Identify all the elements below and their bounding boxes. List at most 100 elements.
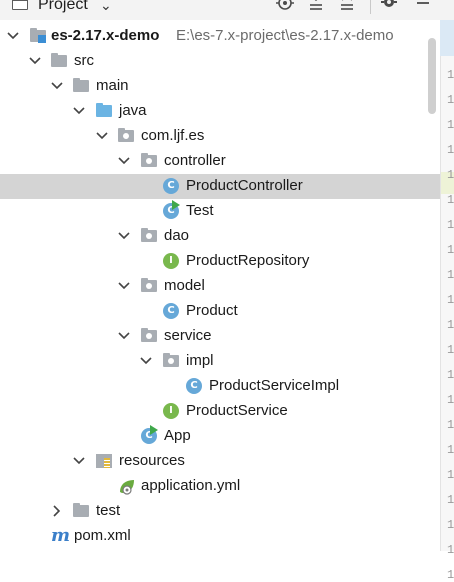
gutter-line-number: 1 (447, 243, 454, 257)
package-label: impl (186, 352, 214, 369)
gutter-line-number: 1 (447, 193, 454, 207)
tree-node-main[interactable]: main (0, 74, 440, 99)
tree-node-service[interactable]: service (0, 324, 440, 349)
dropdown-caret-icon[interactable]: ⌄ (100, 0, 112, 14)
project-tree[interactable]: es-2.17.x-demo E:\es-7.x-project\es-2.17… (0, 22, 440, 551)
interface-icon: I (163, 403, 179, 419)
tree-node-product-service[interactable]: I ProductService (0, 399, 440, 424)
package-label: model (164, 277, 205, 294)
package-icon (118, 128, 134, 144)
tree-node-project-root[interactable]: es-2.17.x-demo E:\es-7.x-project\es-2.17… (0, 24, 440, 49)
chevron-down-icon[interactable] (50, 78, 64, 94)
package-icon (141, 153, 157, 169)
yaml-config-icon (118, 478, 134, 495)
file-label: pom.xml (74, 527, 131, 544)
expand-all-icon[interactable] (307, 0, 325, 14)
package-label: com.ljf.es (141, 127, 205, 144)
interface-label: ProductService (186, 402, 288, 419)
folder-label: resources (119, 452, 185, 469)
gutter-line-number: 1 (447, 93, 454, 107)
gutter-line-number: 1 (447, 168, 454, 182)
class-label: ProductServiceImpl (209, 377, 340, 394)
class-label: Product (186, 302, 238, 319)
class-label: Test (186, 202, 214, 219)
chevron-down-icon[interactable] (6, 28, 20, 44)
tree-node-test-class[interactable]: C Test (0, 199, 440, 224)
runnable-class-icon: C (141, 425, 158, 444)
gutter-line-number: 1 (447, 118, 454, 132)
package-icon (141, 228, 157, 244)
class-icon: C (163, 303, 179, 319)
resources-folder-icon (96, 453, 112, 469)
tree-node-test-dir[interactable]: test (0, 499, 440, 524)
package-label: dao (164, 227, 190, 244)
gutter-line-number: 1 (447, 293, 454, 307)
package-icon (163, 353, 179, 369)
tree-node-impl[interactable]: impl (0, 349, 440, 374)
tree-node-pom[interactable]: m pom.xml (0, 524, 440, 549)
gutter-line-number: 1 (447, 368, 454, 382)
tree-node-product-controller[interactable]: C ProductController (0, 174, 440, 199)
tree-node-product-repository[interactable]: I ProductRepository (0, 249, 440, 274)
chevron-down-icon[interactable] (117, 328, 131, 344)
runnable-class-icon: C (163, 200, 180, 219)
tree-node-package[interactable]: com.ljf.es (0, 124, 440, 149)
folder-icon (73, 78, 89, 94)
folder-label: test (96, 502, 121, 519)
maven-icon: m (51, 525, 71, 546)
class-label: ProductController (186, 177, 303, 194)
chevron-down-icon[interactable] (28, 53, 42, 69)
tree-scrollbar[interactable] (428, 38, 436, 114)
editor-tab-edge[interactable] (440, 20, 454, 56)
chevron-down-icon[interactable] (72, 453, 86, 469)
chevron-down-icon[interactable] (139, 353, 153, 369)
gutter-line-number: 1 (447, 418, 454, 432)
hide-icon[interactable] (414, 0, 432, 14)
tool-window-title[interactable]: Project (38, 0, 88, 14)
toolbar-separator (370, 0, 371, 14)
chevron-down-icon[interactable] (117, 228, 131, 244)
collapse-all-icon[interactable] (338, 0, 356, 14)
tree-node-java[interactable]: java (0, 99, 440, 124)
gear-icon[interactable] (380, 0, 398, 14)
gutter-line-number: 1 (447, 393, 454, 407)
tree-node-controller[interactable]: controller (0, 149, 440, 174)
gutter-line-number: 1 (447, 318, 454, 332)
locate-icon[interactable] (276, 0, 294, 14)
window-icon (12, 0, 28, 10)
folder-label: src (74, 52, 94, 69)
source-folder-icon (96, 103, 112, 119)
chevron-down-icon[interactable] (117, 153, 131, 169)
gutter-line-number: 1 (447, 143, 454, 157)
gutter-line-number: 1 (447, 518, 454, 532)
gutter-line-number: 1 (447, 493, 454, 507)
chevron-down-icon[interactable] (117, 278, 131, 294)
project-tool-window-header: Project ⌄ (0, 0, 454, 20)
tree-node-product-service-impl[interactable]: C ProductServiceImpl (0, 374, 440, 399)
chevron-right-icon[interactable] (50, 503, 64, 519)
chevron-down-icon[interactable] (95, 128, 109, 144)
folder-label: java (119, 102, 147, 119)
gutter-line-number: 1 (447, 268, 454, 282)
tree-node-resources[interactable]: resources (0, 449, 440, 474)
class-icon: C (186, 378, 202, 394)
class-icon: C (163, 178, 179, 194)
package-icon (141, 278, 157, 294)
interface-icon: I (163, 253, 179, 269)
tree-node-src[interactable]: src (0, 49, 440, 74)
gutter-line-number: 1 (447, 343, 454, 357)
chevron-down-icon[interactable] (72, 103, 86, 119)
tree-node-application-yml[interactable]: application.yml (0, 474, 440, 499)
package-icon (141, 328, 157, 344)
package-label: controller (164, 152, 226, 169)
project-path: E:\es-7.x-project\es-2.17.x-demo (176, 27, 394, 44)
gutter-line-number: 1 (447, 543, 454, 557)
gutter-line-number: 1 (447, 443, 454, 457)
tree-node-app[interactable]: C App (0, 424, 440, 449)
tree-node-model[interactable]: model (0, 274, 440, 299)
folder-icon (73, 503, 89, 519)
gutter-line-number: 1 (447, 568, 454, 582)
tree-node-dao[interactable]: dao (0, 224, 440, 249)
gutter-line-number: 1 (447, 68, 454, 82)
tree-node-product[interactable]: C Product (0, 299, 440, 324)
